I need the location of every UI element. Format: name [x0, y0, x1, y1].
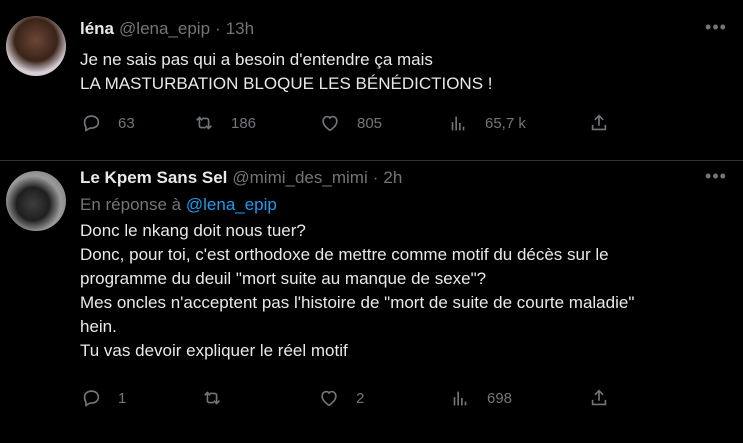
view-count: 698 — [487, 389, 513, 407]
tweet-text-line: Je ne sais pas qui a besoin d'entendre ç… — [80, 50, 433, 69]
user-handle[interactable]: @lena_epip — [119, 19, 210, 39]
reply-count: 63 — [118, 114, 135, 132]
share-icon — [591, 114, 607, 131]
reply-button[interactable]: 63 — [80, 110, 135, 136]
retweet-button[interactable]: 186 — [193, 110, 256, 136]
display-name[interactable]: léna — [80, 19, 114, 39]
heart-icon — [322, 115, 338, 132]
timestamp[interactable]: 13h — [226, 19, 254, 39]
tweet[interactable]: Le Kpem Sans Sel @mimi_des_mimi · 2h •••… — [0, 161, 743, 443]
views-button[interactable]: 65,7 k — [447, 110, 526, 136]
reply-count: 1 — [118, 389, 127, 407]
retweet-icon — [204, 391, 220, 405]
timestamp[interactable]: 2h — [383, 168, 402, 188]
action-bar: 63 186 805 65,7 k — [0, 110, 743, 136]
like-button[interactable]: 2 — [318, 385, 364, 411]
tweet-text-line: programme du deuil "mort suite au manque… — [80, 269, 487, 288]
heart-icon — [321, 390, 337, 407]
tweet-text-line: LA MASTURBATION BLOQUE LES BÉNÉDICTIONS … — [80, 74, 493, 93]
retweet-button[interactable] — [201, 385, 239, 411]
action-bar: 1 2 698 — [0, 385, 743, 411]
reply-icon — [83, 390, 100, 407]
more-icon[interactable]: ••• — [705, 17, 727, 37]
avatar[interactable] — [6, 16, 66, 76]
retweet-icon — [196, 116, 212, 130]
tweet-text-line: Donc le nkang doit nous tuer? — [80, 221, 306, 240]
tweet[interactable]: léna @lena_epip · 13h ••• Je ne sais pas… — [0, 0, 743, 161]
share-button[interactable] — [588, 110, 610, 136]
user-handle[interactable]: @mimi_des_mimi — [232, 168, 367, 188]
tweet-text-line: Mes oncles n'acceptent pas l'histoire de… — [80, 293, 635, 312]
tweet-text-line: Tu vas devoir expliquer le réel motif — [80, 341, 348, 360]
views-button[interactable]: 698 — [449, 385, 512, 411]
like-count: 805 — [357, 114, 383, 132]
more-icon[interactable]: ••• — [705, 166, 727, 186]
tweet-text-line: Donc, pour toi, c'est orthodoxe de mettr… — [80, 245, 609, 264]
view-count: 65,7 k — [485, 114, 526, 132]
separator-dot: · — [215, 19, 221, 38]
reply-button[interactable]: 1 — [80, 385, 126, 411]
tweet-header: léna @lena_epip · 13h — [80, 18, 254, 40]
tweet-text: Je ne sais pas qui a besoin d'entendre ç… — [80, 48, 723, 96]
reply-context: En réponse à @lena_epip — [80, 195, 277, 215]
views-icon — [451, 116, 465, 131]
views-icon — [453, 391, 467, 406]
retweet-count: 186 — [231, 114, 257, 132]
reply-icon — [83, 115, 100, 132]
share-icon — [591, 389, 607, 406]
tweet-header: Le Kpem Sans Sel @mimi_des_mimi · 2h — [80, 167, 402, 189]
like-button[interactable]: 805 — [319, 110, 382, 136]
share-button[interactable] — [588, 385, 610, 411]
tweet-text-line: hein. — [80, 317, 117, 336]
display-name[interactable]: Le Kpem Sans Sel — [80, 168, 227, 188]
reply-handle-link[interactable]: @lena_epip — [186, 195, 277, 214]
avatar[interactable] — [6, 171, 66, 231]
reply-prefix: En réponse à — [80, 195, 182, 214]
tweet-text: Donc le nkang doit nous tuer? Donc, pour… — [80, 219, 723, 363]
like-count: 2 — [356, 389, 365, 407]
separator-dot: · — [372, 168, 379, 187]
